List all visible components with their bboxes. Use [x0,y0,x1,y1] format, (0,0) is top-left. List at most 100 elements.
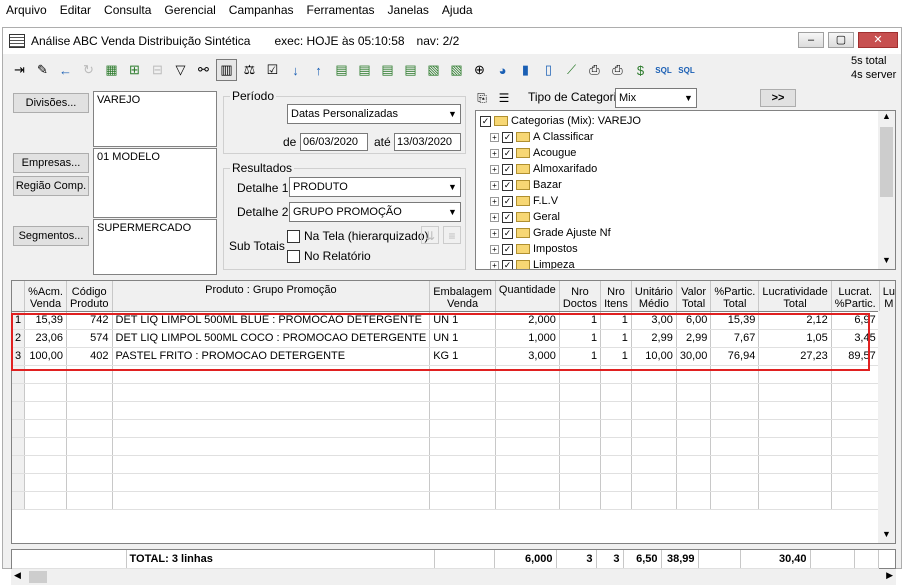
checkbox-icon[interactable]: ✓ [502,259,513,269]
no-relatorio-checkbox[interactable] [287,250,300,263]
print-preview-icon[interactable]: ⎙ [607,59,628,81]
segmentos-list[interactable]: SUPERMERCADO [93,219,217,275]
tree-expand-icon[interactable]: ⎘ [473,89,491,107]
plus-icon[interactable]: + [490,260,499,269]
col-header-acm-venda[interactable]: %Acm. Venda [24,281,67,312]
date-from-input[interactable]: 06/03/2020 [300,133,368,151]
checkbox-icon[interactable]: ✓ [502,163,513,175]
tree-item[interactable]: + ✓ Geral [490,209,560,225]
menu-gerencial[interactable]: Gerencial [158,3,222,17]
pencil-icon[interactable]: ✎ [32,59,53,81]
next-category-button[interactable]: >> [760,89,796,107]
filter-icon[interactable]: ▽ [170,59,191,81]
menu-consulta[interactable]: Consulta [98,3,158,17]
col-header-partic-total[interactable]: %Partic. Total [710,281,760,312]
back-icon[interactable]: ← [55,59,76,81]
col-header-lucratividade[interactable]: Lucratividade Total [758,281,832,312]
regiao-comp-button[interactable]: Região Comp. [13,176,89,196]
col-header-valor-total[interactable]: Valor Total [676,281,712,312]
tree-item[interactable]: + ✓ F.L.V [490,193,558,209]
col-header-row-number[interactable] [12,281,26,312]
grid-scrollbar[interactable]: ▼ [878,311,895,543]
results-grid[interactable]: %Acm. Venda Código Produto Produto : Grupo… [11,280,896,544]
chevron-down-icon[interactable]: ▼ [681,89,696,107]
col-header-lucrat-medio[interactable]: Lu M [879,281,895,312]
pie-chart-icon[interactable]: ◕ [492,59,513,81]
checkbox-icon[interactable]: ✓ [502,147,513,159]
tree-scrollbar[interactable]: ▲ ▼ [878,111,895,269]
menu-janelas[interactable]: Janelas [382,3,436,17]
col-header-produto[interactable]: Produto : Grupo Promoção [112,281,431,312]
menu-editar[interactable]: Editar [54,3,98,17]
detalhe2-select[interactable]: GRUPO PROMOÇÃO ▼ [289,202,461,222]
spreadsheet-icon[interactable]: ▦ [101,59,122,81]
checklist-icon[interactable]: ☑ [262,59,283,81]
plus-icon[interactable]: + [490,148,499,158]
sort-asc-icon[interactable]: ↓ [285,59,306,81]
chevron-down-icon[interactable]: ▼ [878,255,895,269]
bar-chart-icon[interactable]: ▮ [515,59,536,81]
menu-campanhas[interactable]: Campanhas [223,3,301,17]
sql-icon[interactable]: SQL [653,59,674,81]
binoculars-icon[interactable]: ⚯ [193,59,214,81]
close-button[interactable]: ✕ [858,32,898,48]
table-check-icon[interactable]: ▧ [446,59,467,81]
periodo-type-select[interactable]: Datas Personalizadas ▼ [287,104,461,124]
scroll-thumb[interactable] [29,571,47,583]
plus-icon[interactable]: + [490,180,499,190]
add-grid-icon[interactable]: ⊞ [124,59,145,81]
zoom-icon[interactable]: ⊕ [469,59,490,81]
tipo-categoria-select[interactable]: Mix ▼ [615,88,697,108]
scroll-thumb[interactable] [880,127,893,197]
table-filter-icon[interactable]: ▧ [423,59,444,81]
export-icon[interactable]: $ [630,59,651,81]
checkbox-icon[interactable]: ✓ [480,115,491,127]
plus-icon[interactable]: + [490,228,499,238]
scale-icon[interactable]: ⚖ [239,59,260,81]
tree-item[interactable]: + ✓ Acougue [490,145,576,161]
chevron-down-icon[interactable]: ▼ [445,203,460,221]
chevron-left-icon[interactable]: ◀ [14,570,21,581]
checkbox-icon[interactable]: ✓ [502,211,513,223]
chevron-down-icon[interactable]: ▼ [445,178,460,196]
maximize-button[interactable]: ▢ [828,32,854,48]
tree-item[interactable]: + ✓ Limpeza [490,257,575,269]
disabled-icon[interactable]: ⊟ [147,59,168,81]
divisoes-button[interactable]: Divisões... [13,93,89,113]
col-header-nro-itens[interactable]: Nro Itens [600,281,632,312]
table-add-icon[interactable]: ▤ [354,59,375,81]
printer-icon[interactable]: ⎙ [584,59,605,81]
tree-collapse-icon[interactable]: ☰ [495,89,513,107]
date-to-input[interactable]: 13/03/2020 [394,133,461,151]
table-row[interactable]: 1 15,39 742 DET LIQ LIMPOL 500ML BLUE : … [12,311,895,330]
tree-item[interactable]: + ✓ A Classificar [490,129,594,145]
plus-icon[interactable]: + [490,132,499,142]
table-edit-icon[interactable]: ▤ [377,59,398,81]
plus-icon[interactable]: + [490,244,499,254]
checkbox-icon[interactable]: ✓ [502,179,513,191]
col-header-nro-doctos[interactable]: Nro Doctos [559,281,602,312]
line-chart-icon[interactable]: ⟋ [561,59,582,81]
tree-item[interactable]: + ✓ Bazar [490,177,562,193]
tree-item[interactable]: + ✓ Almoxarifado [490,161,597,177]
empresas-list[interactable]: 01 MODELO [93,148,217,218]
list-icon[interactable]: ≡ [443,226,461,244]
tree-root[interactable]: ✓ Categorias (Mix): VAREJO [480,113,641,129]
menu-ferramentas[interactable]: Ferramentas [301,3,382,17]
table-row[interactable]: 3 100,00 402 PASTEL FRITO : PROMOCAO DET… [12,347,895,366]
column-chart-icon[interactable]: ▯ [538,59,559,81]
divisoes-list[interactable]: VAREJO [93,91,217,147]
checkbox-icon[interactable]: ✓ [502,243,513,255]
table-compare-icon[interactable]: ▤ [400,59,421,81]
segmentos-button[interactable]: Segmentos... [13,226,89,246]
col-header-lucrat-partic[interactable]: Lucrat. %Partic. [831,281,880,312]
checkbox-icon[interactable]: ✓ [502,195,513,207]
tree-item[interactable]: + ✓ Impostos [490,241,578,257]
horizontal-scrollbar[interactable]: ◀ ▶ [11,569,896,585]
sort-desc-icon[interactable]: ↑ [308,59,329,81]
tree-item[interactable]: + ✓ Grade Ajuste Nf [490,225,611,241]
exit-icon[interactable]: ⇥ [9,59,30,81]
sql-server-icon[interactable]: SQL [676,59,697,81]
col-header-unitario[interactable]: Unitário Médio [631,281,677,312]
col-header-quantidade[interactable]: Quantidade [495,281,560,312]
